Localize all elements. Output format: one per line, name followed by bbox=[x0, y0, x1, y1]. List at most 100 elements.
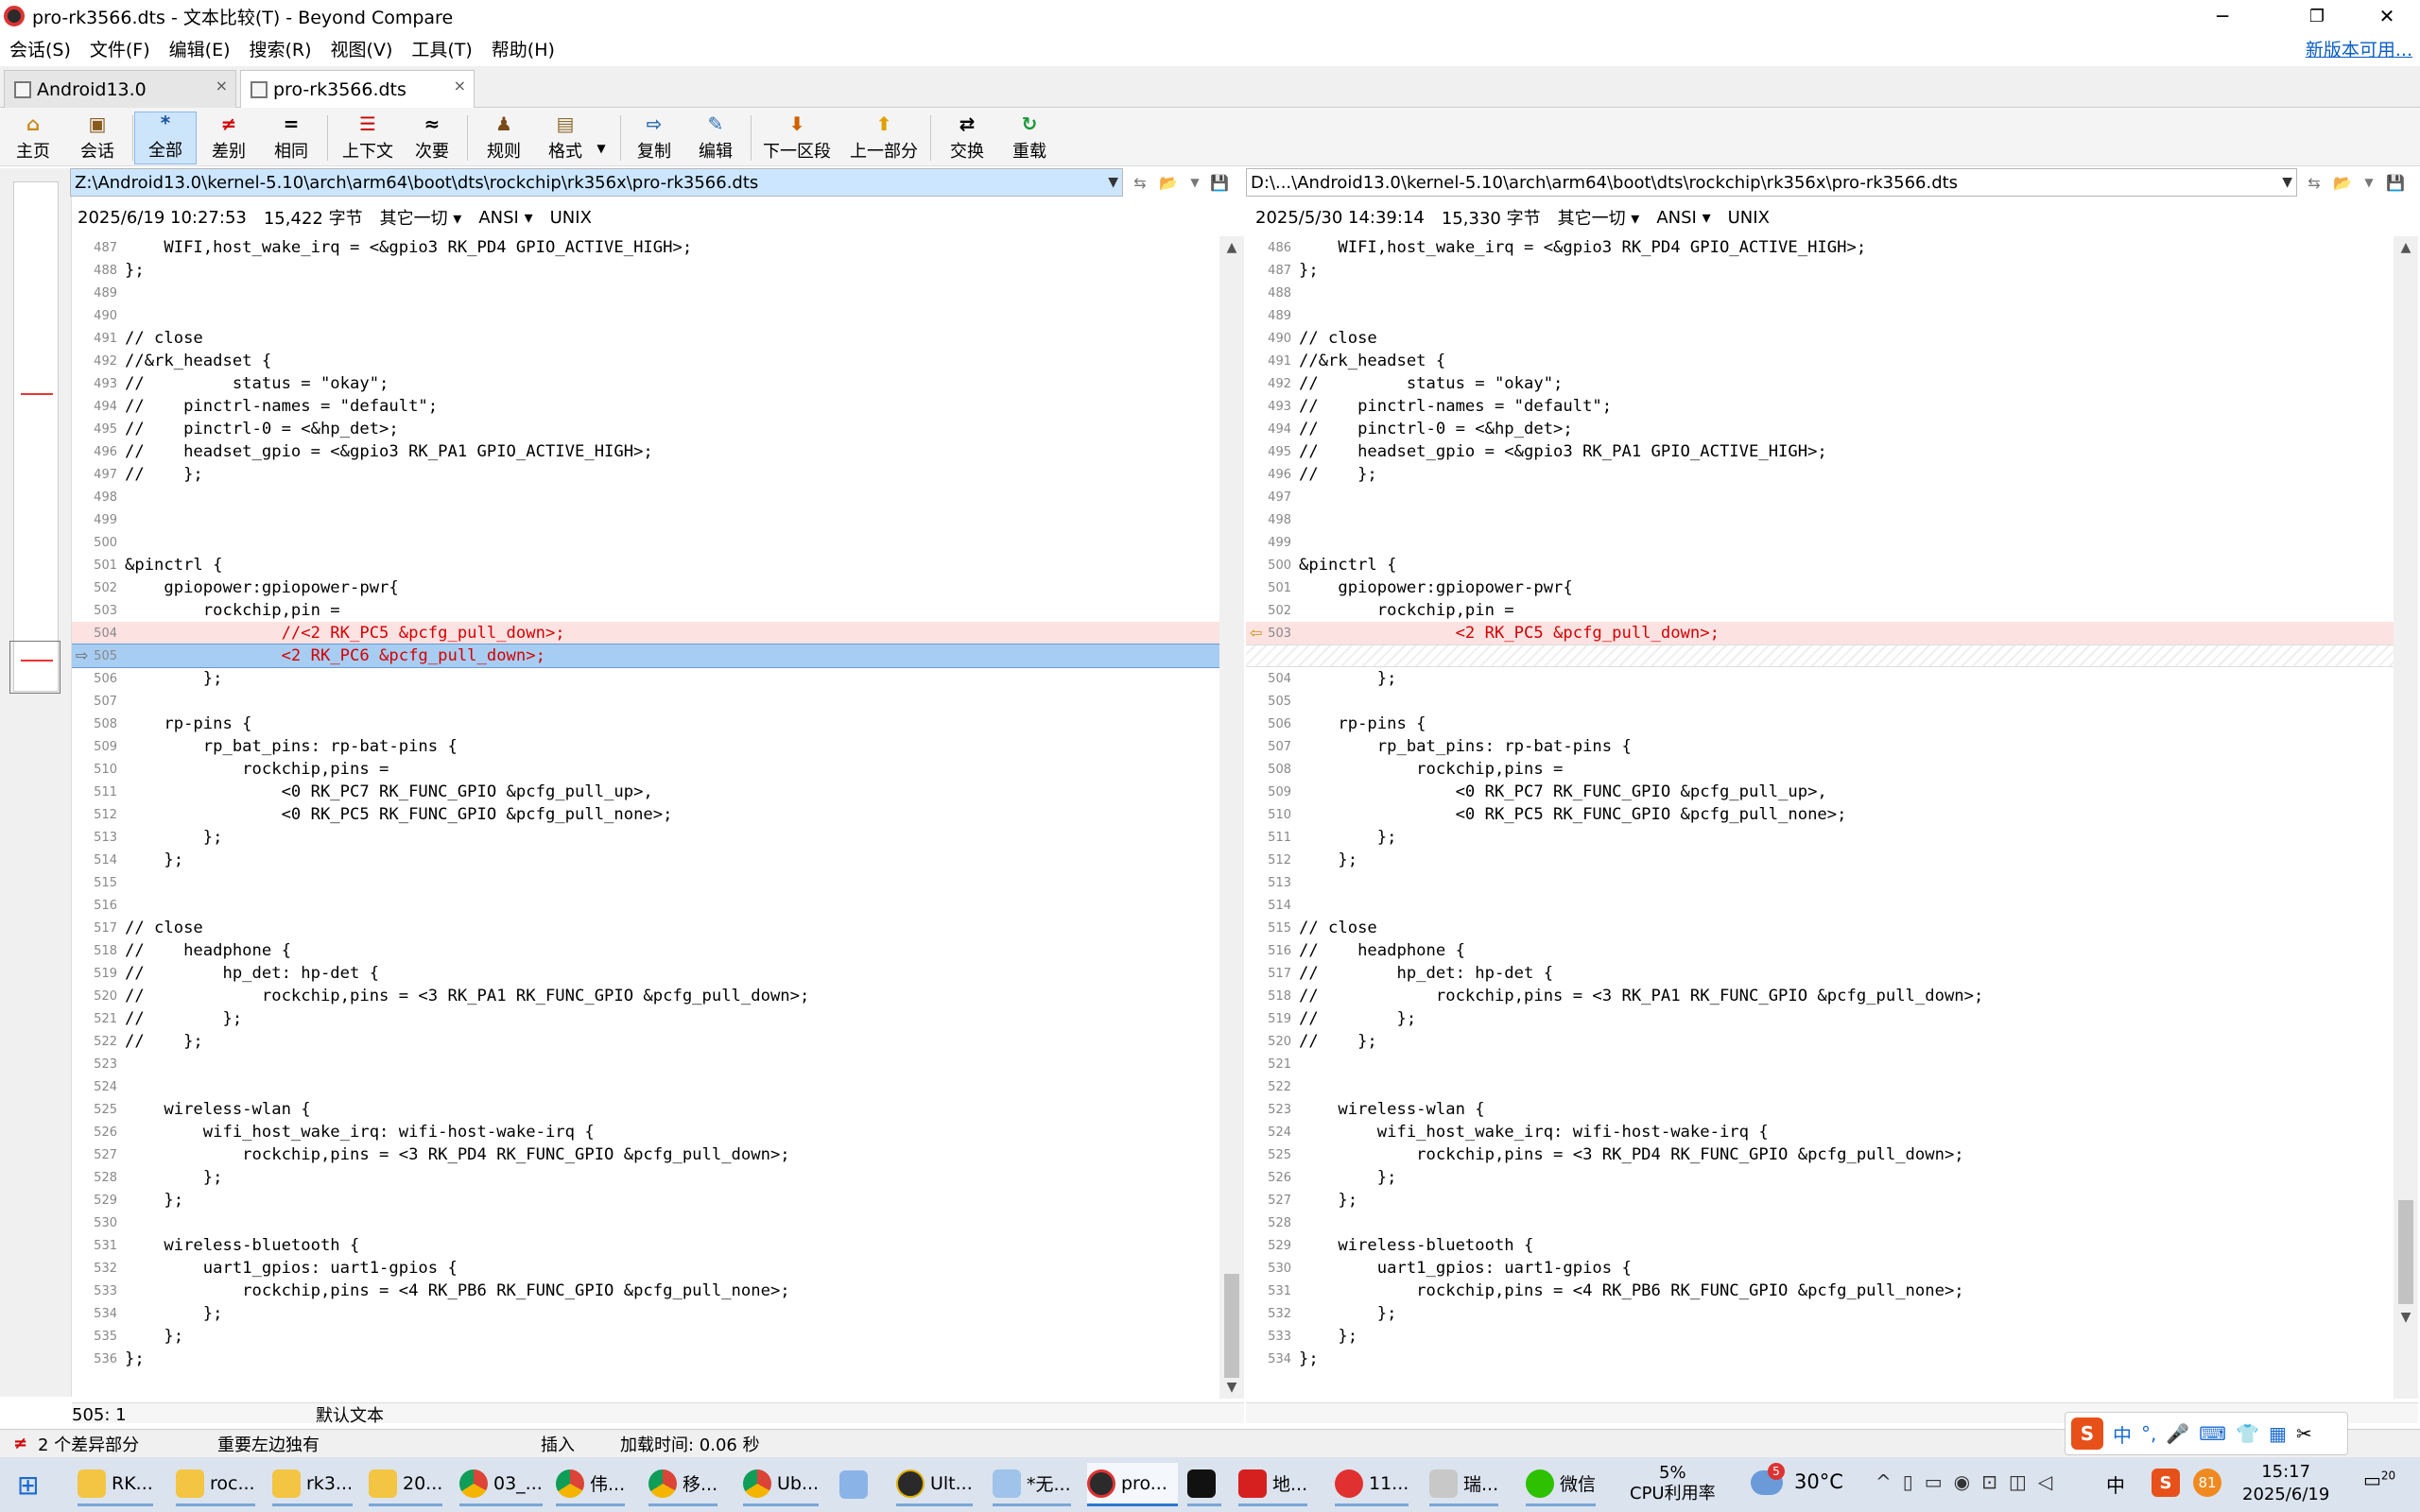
code-line[interactable]: 526 }; bbox=[1246, 1166, 2394, 1189]
taskbar-item-chrome-1[interactable]: 03_... bbox=[459, 1463, 543, 1506]
code-line[interactable]: 492 //&rk_headset { bbox=[72, 350, 1219, 372]
temperature[interactable]: 30°C bbox=[1794, 1470, 1843, 1493]
code-line[interactable]: 515 bbox=[72, 871, 1219, 894]
session-button[interactable]: ▣ 会话 bbox=[66, 112, 129, 164]
code-line[interactable]: 512 <0 RK_PC5 RK_FUNC_GPIO &pcfg_pull_no… bbox=[72, 803, 1219, 826]
code-line[interactable]: 500 bbox=[72, 531, 1219, 554]
code-line[interactable]: 497 bbox=[1246, 486, 2394, 508]
taskbar-item-wps[interactable]: 地... bbox=[1238, 1463, 1308, 1506]
next-section-button[interactable]: ⬇ 下一区段 bbox=[758, 112, 836, 164]
code-line[interactable]: 508 rp-pins { bbox=[72, 713, 1219, 735]
taskbar-item-ruixin[interactable]: 瑞... bbox=[1429, 1463, 1499, 1506]
sogou-tray-icon[interactable]: S bbox=[2152, 1469, 2180, 1497]
code-line[interactable]: 493 // pinctrl-names = "default"; bbox=[1246, 395, 2394, 418]
code-line[interactable]: 524 bbox=[72, 1075, 1219, 1098]
code-line[interactable]: 489 bbox=[72, 282, 1219, 304]
right-path-field[interactable]: D:\...\Android13.0\kernel-5.10\arch\arm6… bbox=[1246, 168, 2297, 197]
code-line[interactable]: 504 //<2 RK_PC5 &pcfg_pull_down>; bbox=[72, 622, 1219, 644]
code-line[interactable]: 525 rockchip,pins = <3 RK_PD4 RK_FUNC_GP… bbox=[1246, 1143, 2394, 1166]
taskbar-item-explorer-4[interactable]: 20... bbox=[369, 1463, 443, 1506]
overview-viewport[interactable] bbox=[9, 641, 60, 694]
code-line[interactable]: 502 gpiopower:gpiopower-pwr{ bbox=[72, 576, 1219, 599]
code-line[interactable]: 532 }; bbox=[1246, 1302, 2394, 1325]
code-line[interactable]: 529 wireless-bluetooth { bbox=[1246, 1234, 2394, 1257]
code-line[interactable]: 499 bbox=[72, 508, 1219, 531]
skin-icon[interactable]: 👕 bbox=[2236, 1422, 2259, 1445]
scroll-down-icon[interactable]: ▼ bbox=[1219, 1378, 1244, 1397]
left-swap-icon[interactable]: ⇆ bbox=[1129, 172, 1151, 193]
code-line[interactable]: 494 // pinctrl-names = "default"; bbox=[72, 395, 1219, 418]
code-line[interactable]: 521 bbox=[1246, 1053, 2394, 1075]
code-line[interactable]: 490 // close bbox=[1246, 327, 2394, 350]
tray-badge[interactable]: 81 bbox=[2193, 1469, 2221, 1497]
code-line[interactable]: 522 bbox=[1246, 1075, 2394, 1098]
left-eol[interactable]: UNIX bbox=[550, 208, 592, 228]
tab-android13[interactable]: Android13.0 × bbox=[4, 70, 236, 108]
code-line[interactable]: 516 // headphone { bbox=[1246, 939, 2394, 962]
code-line[interactable]: 491 //&rk_headset { bbox=[1246, 350, 2394, 372]
code-line[interactable]: 513 }; bbox=[72, 826, 1219, 849]
code-line[interactable]: 507 bbox=[72, 690, 1219, 713]
code-line[interactable]: 516 bbox=[72, 894, 1219, 917]
taskbar-item-beyond-compare[interactable]: pro... bbox=[1087, 1463, 1178, 1506]
tab-close-icon[interactable]: × bbox=[216, 77, 228, 94]
show-same-button[interactable]: = 相同 bbox=[263, 112, 320, 164]
left-vertical-scrollbar[interactable]: ▲ ▼ bbox=[1219, 236, 1244, 1399]
menu-search[interactable]: 搜索(R) bbox=[240, 36, 321, 61]
code-line[interactable]: 534}; bbox=[1246, 1348, 2394, 1370]
close-window-button[interactable]: ✕ bbox=[2354, 0, 2420, 32]
reload-button[interactable]: ↻ 重载 bbox=[1002, 112, 1057, 164]
show-diffs-button[interactable]: ≠ 差别 bbox=[200, 112, 257, 164]
taskbar-item-chrome-3[interactable]: 移... bbox=[648, 1463, 718, 1506]
code-line[interactable]: 530 uart1_gpios: uart1-gpios { bbox=[1246, 1257, 2394, 1280]
code-line[interactable]: 489 bbox=[1246, 304, 2394, 327]
scroll-thumb[interactable] bbox=[2398, 1200, 2413, 1304]
chevron-down-icon[interactable]: ▼ bbox=[2358, 172, 2380, 193]
code-line[interactable]: 533 }; bbox=[1246, 1325, 2394, 1348]
code-line[interactable]: 531 rockchip,pins = <4 RK_PB6 RK_FUNC_GP… bbox=[1246, 1280, 2394, 1302]
punctuation-icon[interactable]: °, bbox=[2141, 1422, 2156, 1445]
clock[interactable]: 15:17 2025/6/19 bbox=[2242, 1461, 2329, 1506]
code-line[interactable]: 502 rockchip,pin = bbox=[1246, 599, 2394, 622]
code-line[interactable]: 510 rockchip,pins = bbox=[72, 758, 1219, 781]
code-line[interactable]: 494 // pinctrl-0 = <&hp_det>; bbox=[1246, 418, 2394, 440]
copy-button[interactable]: ⇨ 复制 bbox=[628, 112, 681, 164]
taskbar-item-terminal[interactable] bbox=[1187, 1463, 1221, 1506]
code-line[interactable]: 531 wireless-bluetooth { bbox=[72, 1234, 1219, 1257]
tools-icon[interactable]: ✂ bbox=[2296, 1422, 2312, 1445]
new-version-link[interactable]: 新版本可用... bbox=[2306, 36, 2412, 61]
code-line[interactable]: 518 // headphone { bbox=[72, 939, 1219, 962]
code-line[interactable]: 520 // rockchip,pins = <3 RK_PA1 RK_FUNC_… bbox=[72, 985, 1219, 1007]
tab-pro-rk3566[interactable]: pro-rk3566.dts × bbox=[240, 70, 475, 109]
code-line[interactable]: 527 rockchip,pins = <3 RK_PD4 RK_FUNC_GP… bbox=[72, 1143, 1219, 1166]
sogou-logo-icon[interactable]: S bbox=[2071, 1418, 2103, 1450]
code-line[interactable]: 503 <2 RK_PC5 &pcfg_pull_down>; bbox=[1246, 622, 2394, 644]
code-line[interactable]: 526 wifi_host_wake_irq: wifi-host-wake-i… bbox=[72, 1121, 1219, 1143]
code-line[interactable]: 527 }; bbox=[1246, 1189, 2394, 1211]
right-vertical-scrollbar[interactable]: ▲ ▼ bbox=[2394, 236, 2418, 1399]
code-line[interactable]: 510 <0 RK_PC5 RK_FUNC_GPIO &pcfg_pull_no… bbox=[1246, 803, 2394, 826]
minor-button[interactable]: ≈ 次要 bbox=[406, 112, 458, 164]
code-line[interactable]: 493 // status = "okay"; bbox=[72, 372, 1219, 395]
code-line[interactable]: 501 gpiopower:gpiopower-pwr{ bbox=[1246, 576, 2394, 599]
code-line[interactable]: 529 }; bbox=[72, 1189, 1219, 1211]
taskbar-item-chrome-2[interactable]: 伟... bbox=[556, 1463, 626, 1506]
code-line[interactable]: 534 }; bbox=[72, 1302, 1219, 1325]
rules-button[interactable]: ♟ 规则 bbox=[476, 112, 531, 164]
right-text-pane[interactable]: 486 WIFI,host_wake_irq = <&gpio3 RK_PD4 … bbox=[1246, 236, 2394, 1374]
right-swap-icon[interactable]: ⇆ bbox=[2303, 172, 2325, 193]
format-dropdown[interactable]: ▼ bbox=[592, 112, 611, 164]
code-line[interactable]: 503 rockchip,pin = bbox=[72, 599, 1219, 622]
code-line[interactable]: 495 // headset_gpio = <&gpio3 RK_PA1 GPIO… bbox=[1246, 440, 2394, 463]
edit-button[interactable]: ✎ 编辑 bbox=[688, 112, 743, 164]
chevron-down-icon[interactable]: ▼ bbox=[2282, 175, 2292, 190]
code-line[interactable]: 498 bbox=[72, 486, 1219, 508]
left-text-pane[interactable]: 487 WIFI,host_wake_irq = <&gpio3 RK_PD4 … bbox=[72, 236, 1219, 1374]
code-line[interactable]: 500 &pinctrl { bbox=[1246, 554, 2394, 576]
taskbar-item-explorer-2[interactable]: roc... bbox=[176, 1463, 255, 1506]
input-method-indicator[interactable]: 中 bbox=[2106, 1470, 2125, 1498]
code-line[interactable]: 499 bbox=[1246, 531, 2394, 554]
chevron-down-icon[interactable]: ▼ bbox=[1108, 175, 1118, 190]
code-line[interactable]: 495 // pinctrl-0 = <&hp_det>; bbox=[72, 418, 1219, 440]
grid-menu-icon[interactable]: ▦ bbox=[2269, 1422, 2287, 1445]
